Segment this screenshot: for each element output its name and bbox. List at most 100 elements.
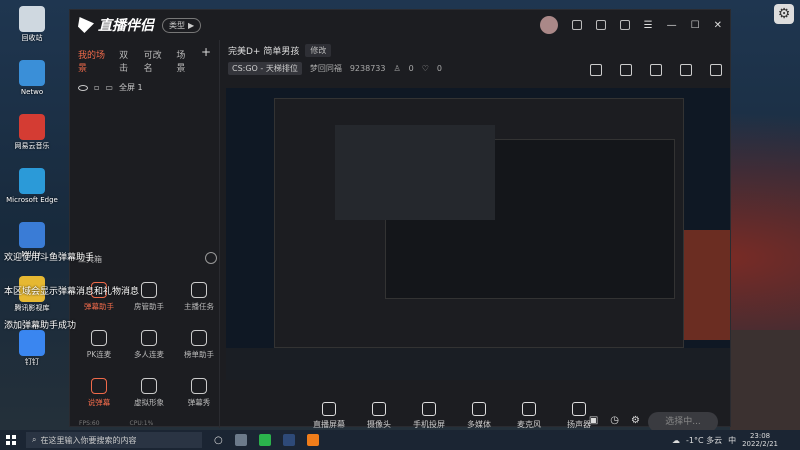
desktop-icon[interactable]: 回收站 [2,6,62,58]
windows-icon [6,435,16,445]
tool-icon [191,330,207,346]
live-preview[interactable] [226,88,730,380]
live-companion-icon[interactable] [306,434,319,446]
tool-icon [141,378,157,394]
system-tray: ☁ -1°C 多云 中 23:08 2022/2/21 [672,432,800,448]
title-bar: 直播伴侣 类型 ▶ ☰ — ☐ ✕ [70,10,730,40]
close-icon[interactable]: ✕ [714,20,722,31]
minimize-icon[interactable]: — [667,20,677,31]
add-scene-icon[interactable]: + [201,46,211,74]
desktop-icon[interactable]: Microsoft Edge [2,168,62,220]
shirt-icon[interactable] [619,20,630,30]
start-button[interactable] [0,430,22,450]
action-icon [422,402,436,416]
weather: -1°C 多云 [685,435,723,445]
tool-item[interactable]: 多人连麦 [124,326,174,370]
settings-gear-icon[interactable]: ⚙ [774,4,794,24]
tool-grid: 弹幕助手 房管助手 主播任务 PK连麦 多人连麦 榜单助手 说弹幕 虚拟形象 弹幕秀 [74,278,224,418]
tool-item[interactable]: 榜单助手 [174,326,224,370]
stream-info: 完美D+ 简单男孩 修改 [220,40,730,60]
desktop-icon[interactable]: Netwo [2,60,62,112]
desktop-icon-label: 钉钉 [25,358,39,366]
broadcast-icon[interactable] [571,20,582,30]
danmaku-message: 添加弹幕助手成功 [4,321,77,331]
action-icon [522,402,536,416]
task-view-icon[interactable]: ○ [214,435,223,446]
weather-icon: ☁ [671,435,680,445]
camera-overlay [730,330,800,430]
tool-item[interactable]: 主播任务 [174,278,224,322]
app-icon [19,6,45,32]
bell-icon[interactable] [680,64,692,76]
likes-icon: ♡ [421,63,429,73]
taskbar-search[interactable]: ⌕ 在这里输入你要搜索的内容 [26,432,202,448]
tab-rename[interactable]: 可改名 [144,48,169,74]
status-cpu: CPU:1% [129,420,154,427]
room-id: 9238733 [349,63,386,73]
status-fps: FPS:60 [79,420,100,427]
tool-label: 房管助手 [134,302,164,311]
tool-label: PK连麦 [86,350,112,359]
app-icon [19,222,45,248]
search-placeholder: 在这里输入你要搜索的内容 [40,435,137,445]
left-panel: 我的场景 双击 可改名 场景 + ▫ ▭ 全屏 1 工具箱 弹幕助手 房管助手 主播… [70,40,220,428]
tool-icon [191,282,207,298]
tool-icon [141,330,157,346]
calendar-icon[interactable] [650,64,662,76]
tool-icon [191,378,207,394]
desktop-icon-label: 回收站 [21,34,43,42]
scene-tabs: 我的场景 双击 可改名 场景 + [70,40,219,82]
scene-item-label: 全屏 1 [118,83,143,92]
tool-label: 榜单助手 [184,350,214,359]
danmaku-message: 本区域会显示弹幕消息和礼物消息 [4,287,140,297]
desktop-icon[interactable]: 网易云音乐 [2,114,62,166]
app-icon [19,168,45,194]
tab-my-scenes[interactable]: 我的场景 [78,48,111,74]
tool-item[interactable]: 弹幕秀 [174,374,224,418]
tool-label: 说弹幕 [87,398,111,407]
wechat-icon[interactable] [258,434,271,446]
nested-preview-3 [335,125,495,220]
tool-item[interactable]: 说弹幕 [74,374,124,418]
lock-icon[interactable]: ▫ [94,83,99,92]
window-icon[interactable] [595,20,606,30]
scene-icon[interactable] [590,64,602,76]
type-pill[interactable]: 类型 ▶ [162,17,202,33]
streamer-name: 梦回同福 [309,63,342,73]
share-icon[interactable] [710,64,722,76]
tool-label: 虚拟形象 [134,398,164,407]
app-logo: 直播伴侣 [78,15,154,35]
danmaku-message: 欢迎使用斗鱼弹幕助手 [4,253,95,263]
tab-scene[interactable]: 场景 [176,48,193,74]
tab-double-click[interactable]: 双击 [119,48,136,74]
eye-icon[interactable] [78,84,88,91]
edit-button[interactable]: 修改 [305,43,332,57]
nested-preview [274,98,684,348]
clock[interactable]: 23:08 2022/2/21 [742,432,778,448]
steam-icon[interactable] [282,434,295,446]
tool-item[interactable]: 虚拟形象 [124,374,174,418]
action-icon [372,402,386,416]
taskbar-app-icon[interactable] [234,434,247,446]
menu-icon[interactable]: ☰ [644,20,653,31]
tool-icon [91,378,107,394]
app-window: 直播伴侣 类型 ▶ ☰ — ☐ ✕ 我的场景 双击 可改名 场景 + ▫ ▭ 全… [69,9,731,432]
scene-item[interactable]: ▫ ▭ 全屏 1 [70,82,219,93]
avatar[interactable] [539,16,558,34]
action-icon [472,402,486,416]
desktop-icon-label: Microsoft Edge [6,196,58,204]
tool-label: 多人连麦 [134,350,164,359]
maximize-icon[interactable]: ☐ [691,20,700,31]
gift-icon[interactable] [620,64,632,76]
tool-item[interactable]: PK连麦 [74,326,124,370]
category-tag[interactable]: CS:GO - 天梯排位 [228,61,302,75]
tools-more-icon[interactable] [205,252,217,264]
monitor-icon: ▭ [105,83,113,92]
desktop-icon[interactable]: 钉钉 [2,330,62,382]
preview-taskbar [226,348,730,380]
play-icon: ▶ [188,20,195,30]
fans-count: 0 [408,63,414,73]
input-language[interactable]: 中 [728,435,736,446]
desktop-icon[interactable]: MIUI+ [2,222,62,274]
clock-time: 23:08 [749,432,771,440]
